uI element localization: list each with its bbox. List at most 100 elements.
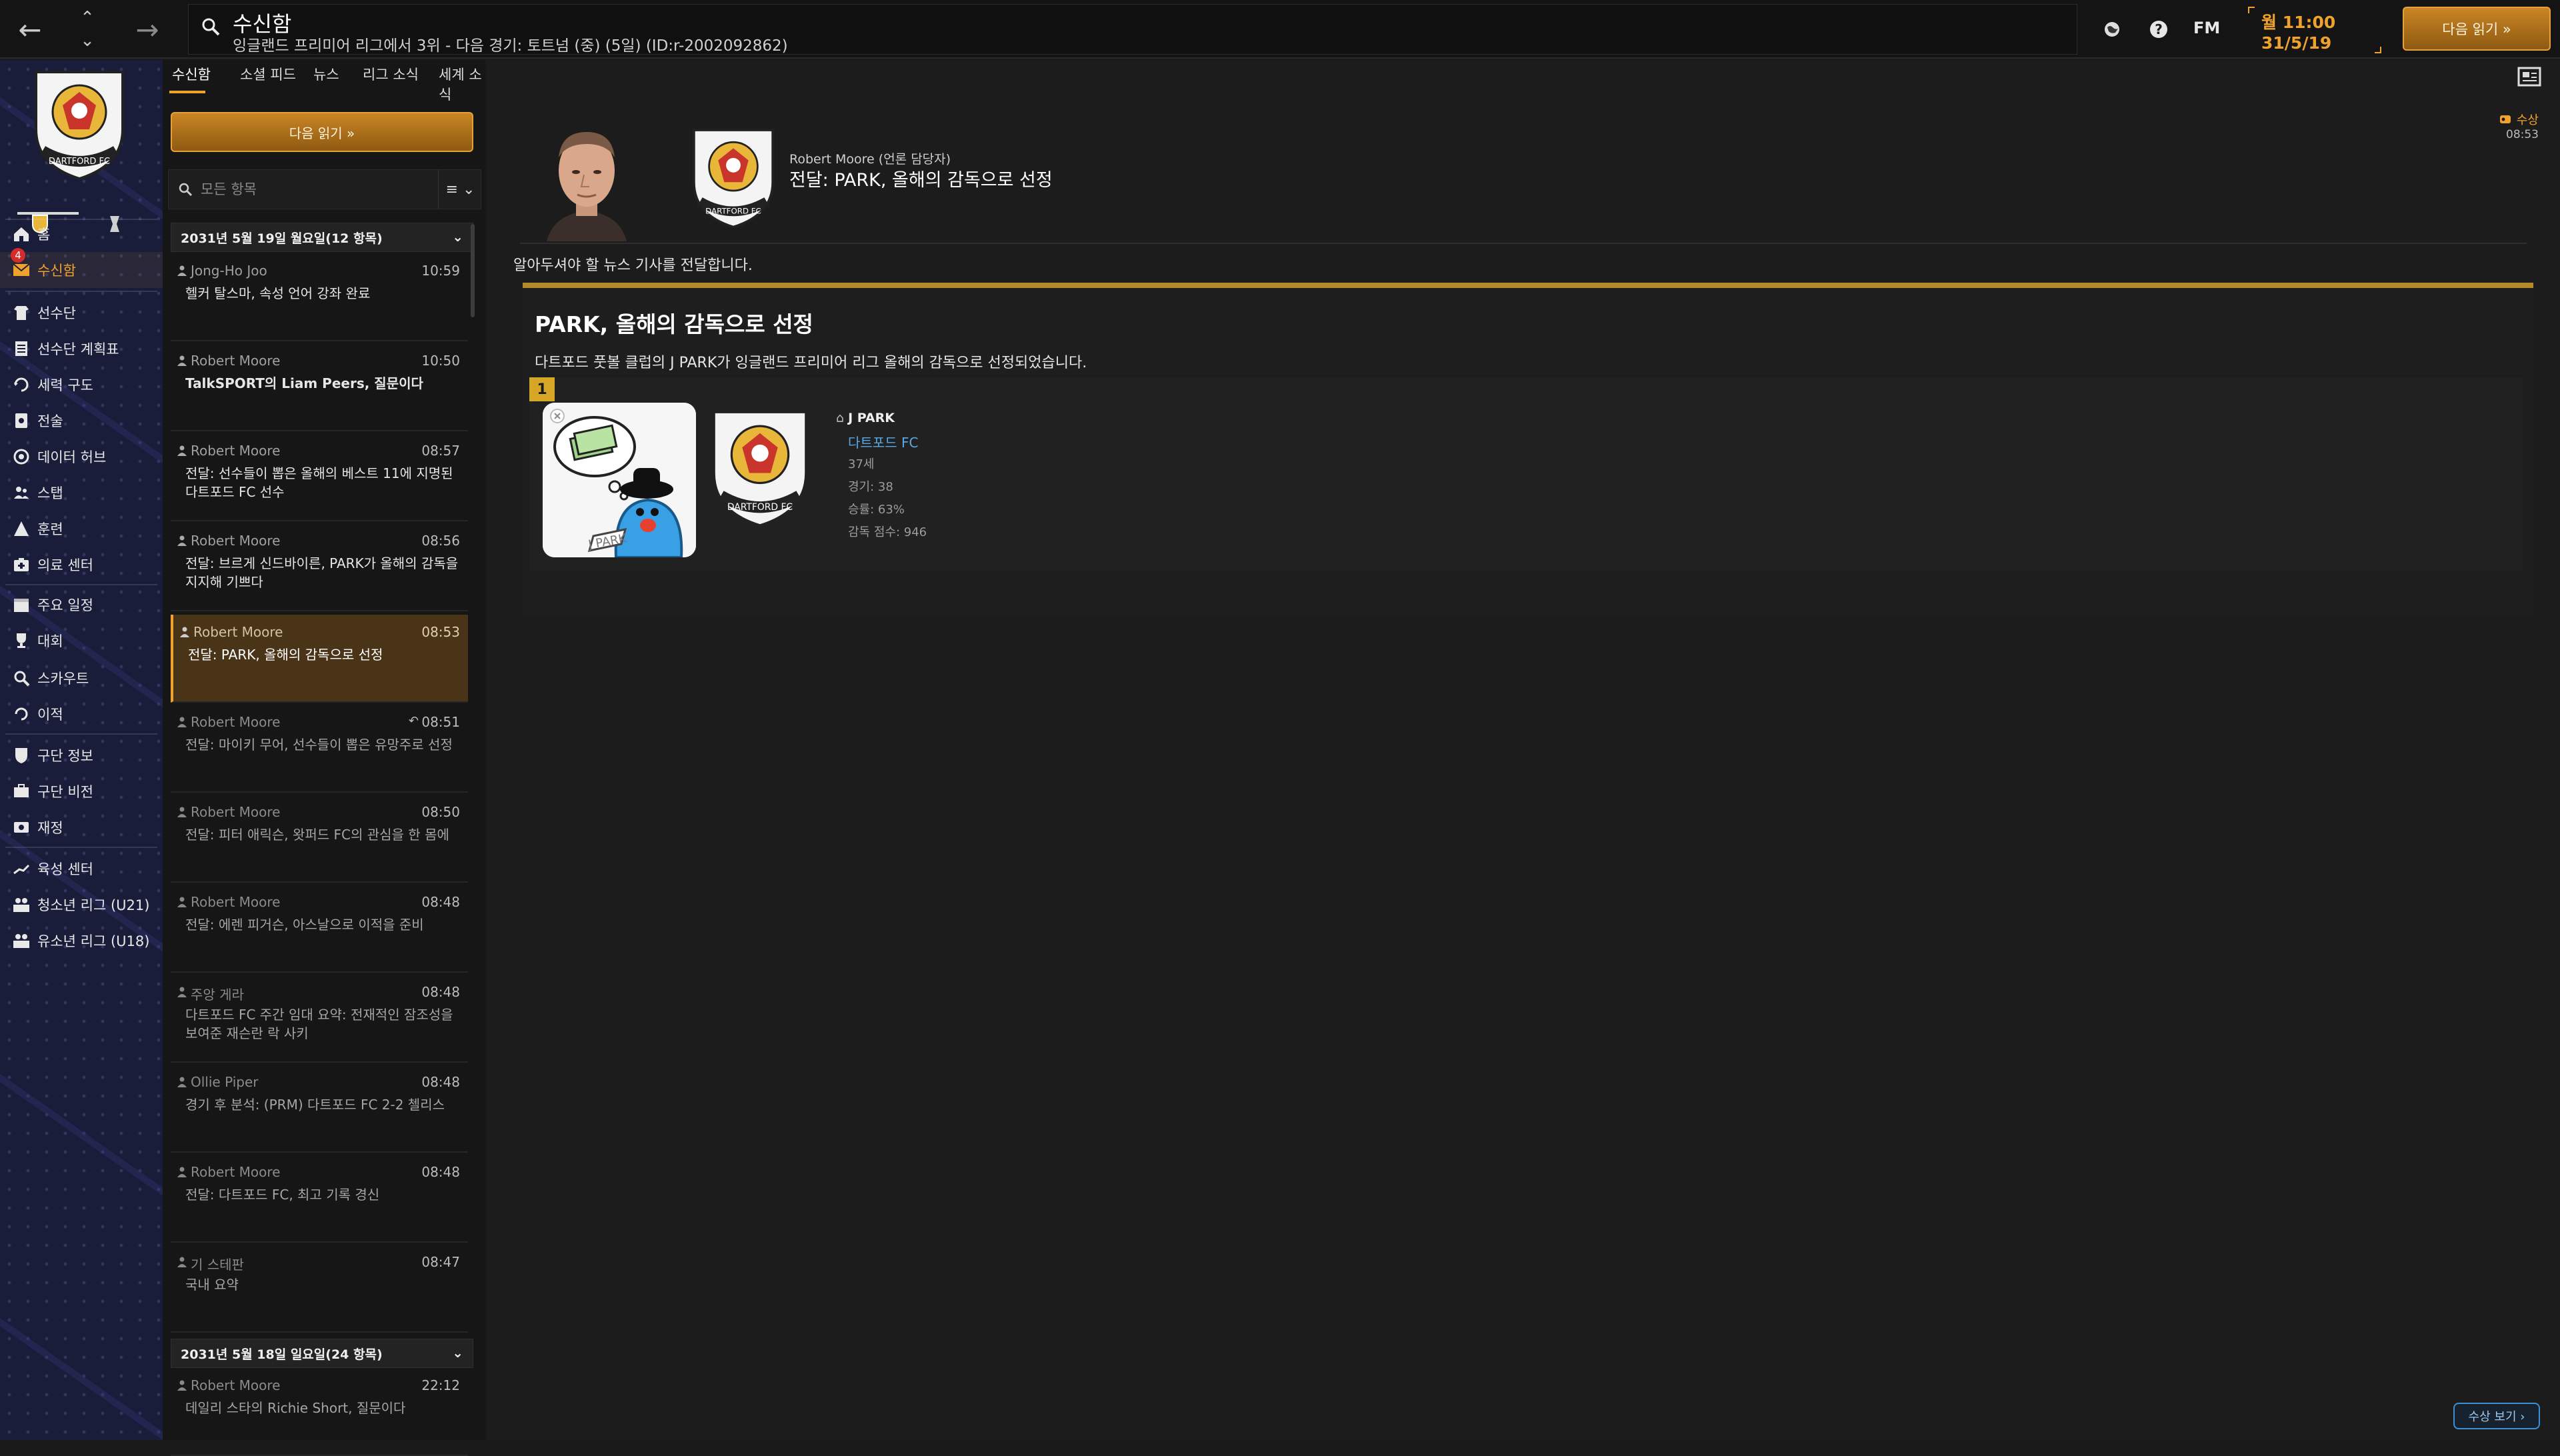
message-sender: Robert Moore (191, 1377, 281, 1393)
title-bar[interactable]: 수신함 잉글랜드 프리미어 리그에서 3위 - 다음 경기: 토트넘 (중) (… (188, 4, 2077, 55)
view-options-dropdown[interactable]: ≡ ⌄ (438, 170, 482, 209)
message-item[interactable]: 주앙 게라 08:48 다트포드 FC 주간 임대 요약: 전재적인 잠조성을 … (171, 975, 468, 1063)
tactics-icon (5, 403, 37, 439)
divider (5, 291, 157, 292)
message-item-selected[interactable]: Robert Moore 08:53 전달: PARK, 올해의 감독으로 선정 (171, 615, 468, 703)
chevron-up-icon[interactable]: ⌃ (80, 7, 95, 29)
message-subject: 다트포드 FC 주간 임대 요약: 전재적인 잠조성을 보여준 재슨란 락 사키 (185, 1007, 453, 1041)
sidebar-item-development[interactable]: 육성 센터 (0, 851, 163, 887)
press-officer-portrait[interactable] (537, 117, 636, 241)
message-time: 08:47 (421, 1254, 460, 1270)
message-time: 08:48 (421, 1074, 460, 1090)
article-sender[interactable]: Robert Moore (언론 담당자) (789, 149, 951, 167)
filter-input[interactable] (169, 170, 435, 209)
sidebar-item-club-vision[interactable]: 구단 비전 (0, 773, 163, 809)
sidebar-item-label: 대회 (37, 633, 63, 649)
message-sender: Jong-Ho Joo (191, 263, 267, 279)
tab-inbox[interactable]: 수신함 (172, 64, 211, 93)
sidebar-item-club-info[interactable]: 구단 정보 (0, 737, 163, 773)
winner-age: 37세 (848, 457, 875, 471)
club-crest-logo: DARTFORD FC (693, 129, 774, 229)
chevron-down-icon[interactable]: ⌄ (452, 229, 463, 245)
person-icon (177, 987, 187, 997)
date-group-header[interactable]: 2031년 5월 19일 월요일(12 항목) ⌄ (171, 223, 473, 252)
tab-league-news[interactable]: 리그 소식 (363, 64, 419, 93)
sidebar-item-staff[interactable]: 스탭 (0, 475, 163, 511)
help-icon[interactable]: ? (2144, 15, 2173, 44)
sidebar-item-dynamics[interactable]: 세력 구도 (0, 367, 163, 403)
forward-arrow-icon[interactable]: → (124, 7, 171, 52)
svg-text:DARTFORD FC: DARTFORD FC (727, 502, 793, 513)
sidebar-item-scouting[interactable]: 스카우트 (0, 660, 163, 696)
winner-club-link[interactable]: 다트포드 FC (848, 432, 918, 451)
story-accent-bar (523, 283, 2533, 288)
message-sender: 주앙 게라 (191, 987, 244, 1003)
award-winner-panel: 1 J PARK DARTFORD FC ⌂ J PARK 다트포드 FC 37… (529, 377, 2523, 571)
message-subject: 전달: 마이키 무어, 선수들이 뽑은 유망주로 선정 (185, 737, 453, 753)
message-item[interactable]: Robert Moore 22:12 데일리 스타의 Richie Short,… (171, 1368, 468, 1456)
message-item[interactable]: Robert Moore 08:57 전달: 선수들이 뽑은 올해의 베스트 1… (171, 433, 468, 521)
sidebar-item-home[interactable]: 홈 (0, 216, 163, 252)
sidebar-item-calendar[interactable]: 주요 일정 (0, 587, 163, 623)
winner-club-crest[interactable]: DARTFORD FC (707, 404, 813, 531)
sidebar-item-u18[interactable]: 유소년 리그 (U18) (0, 923, 163, 959)
sidebar-item-inbox[interactable]: 4 수신함 (0, 248, 163, 288)
message-item[interactable]: Jong-Ho Joo 10:59 헬커 탈스마, 속성 언어 강좌 완료 (171, 253, 468, 341)
chevron-down-icon[interactable]: ⌄ (80, 29, 95, 52)
tab-social-feed[interactable]: 소셜 피드 (240, 64, 296, 93)
sidebar-item-data-hub[interactable]: 데이터 허브 (0, 439, 163, 475)
winner-name[interactable]: ⌂ J PARK (836, 411, 895, 425)
message-time: 08:48 (421, 984, 460, 1000)
sidebar-item-squad-planner[interactable]: 선수단 계획표 (0, 331, 163, 367)
dynamics-icon (5, 367, 37, 403)
message-subject: 데일리 스타의 Richie Short, 질문이다 (185, 1400, 406, 1416)
winner-win-rate: 승률: 63% (848, 503, 905, 517)
manager-avatar[interactable]: J PARK (543, 403, 696, 557)
sidebar-item-label: 재정 (37, 820, 63, 836)
message-item[interactable]: Ollie Piper 08:48 경기 후 분석: (PRM) 다트포드 FC… (171, 1065, 468, 1153)
sidebar-item-squad[interactable]: 선수단 (0, 295, 163, 331)
message-time: 08:56 (421, 533, 460, 549)
message-item[interactable]: Robert Moore 08:50 전달: 피터 애릭슨, 왓퍼드 FC의 관… (171, 795, 468, 883)
sidebar-item-label: 의료 센터 (37, 557, 93, 573)
search-icon[interactable] (201, 17, 221, 37)
read-next-button[interactable]: 다음 읽기 » (171, 112, 473, 152)
message-item[interactable]: Robert Moore 08:48 전달: 다트포드 FC, 최고 기록 경신 (171, 1155, 468, 1243)
rank-badge: 1 (529, 377, 555, 401)
tab-world-news[interactable]: 세계 소식 (439, 64, 485, 103)
message-subject: 헬커 탈스마, 속성 언어 강좌 완료 (185, 285, 371, 301)
message-item[interactable]: Robert Moore 08:56 전달: 브르게 신드바이른, PARK가 … (171, 523, 468, 611)
sidebar-item-label: 데이터 허브 (37, 449, 107, 465)
sidebar-item-u21[interactable]: 청소년 리그 (U21) (0, 887, 163, 923)
message-item[interactable]: 기 스테판 08:47 국내 요약 (171, 1245, 468, 1333)
message-subject: TalkSPORT의 Liam Peers, 질문이다 (185, 375, 423, 391)
back-arrow-icon[interactable]: ← (7, 7, 53, 52)
scrollbar[interactable] (471, 224, 475, 317)
message-time: 08:51 (421, 714, 460, 730)
inbox-list-panel: 수신함 소셜 피드 뉴스 리그 소식 세계 소식 다음 읽기 » ≡ ⌄ 203… (163, 60, 485, 1456)
sidebar-item-tactics[interactable]: 전술 (0, 403, 163, 439)
sidebar-item-transfers[interactable]: 이적 (0, 696, 163, 732)
sidebar-item-competitions[interactable]: 대회 (0, 623, 163, 659)
club-crest-logo[interactable]: DARTFORD FC (29, 65, 129, 183)
world-icon[interactable] (2097, 15, 2127, 44)
sidebar-item-finances[interactable]: 재정 (0, 809, 163, 845)
prev-next-buttons[interactable]: ⌃ ⌄ (64, 4, 111, 55)
message-item[interactable]: Robert Moore 10:50 TalkSPORT의 Liam Peers… (171, 343, 468, 431)
message-item[interactable]: Robert Moore ↶ 08:51 전달: 마이키 무어, 선수들이 뽑은… (171, 705, 468, 793)
message-item[interactable]: Robert Moore 08:48 전달: 에렌 피거슨, 아스날으로 이적을… (171, 885, 468, 973)
sidebar-item-label: 선수단 계획표 (37, 341, 119, 357)
continue-button[interactable]: 다음 읽기 » (2403, 7, 2551, 51)
tab-news[interactable]: 뉴스 (313, 64, 339, 93)
date-time-display[interactable]: 월 11:00 31/5/19 (2248, 7, 2381, 53)
chevron-down-icon[interactable]: ⌄ (452, 1345, 463, 1361)
manager-icon: ⌂ (836, 411, 845, 425)
sidebar-item-medical[interactable]: 의료 센터 (0, 547, 163, 583)
date-group-header[interactable]: 2031년 5월 18일 일요일(24 항목) ⌄ (171, 1339, 473, 1368)
fm-logo[interactable]: FM (2193, 19, 2220, 37)
sidebar-item-training[interactable]: 훈련 (0, 511, 163, 547)
newspaper-icon[interactable] (2516, 65, 2543, 88)
message-sender: Robert Moore (191, 1164, 281, 1180)
award-category[interactable]: 수상 (2499, 111, 2539, 128)
view-award-button[interactable]: 수상 보기 › (2453, 1403, 2540, 1429)
